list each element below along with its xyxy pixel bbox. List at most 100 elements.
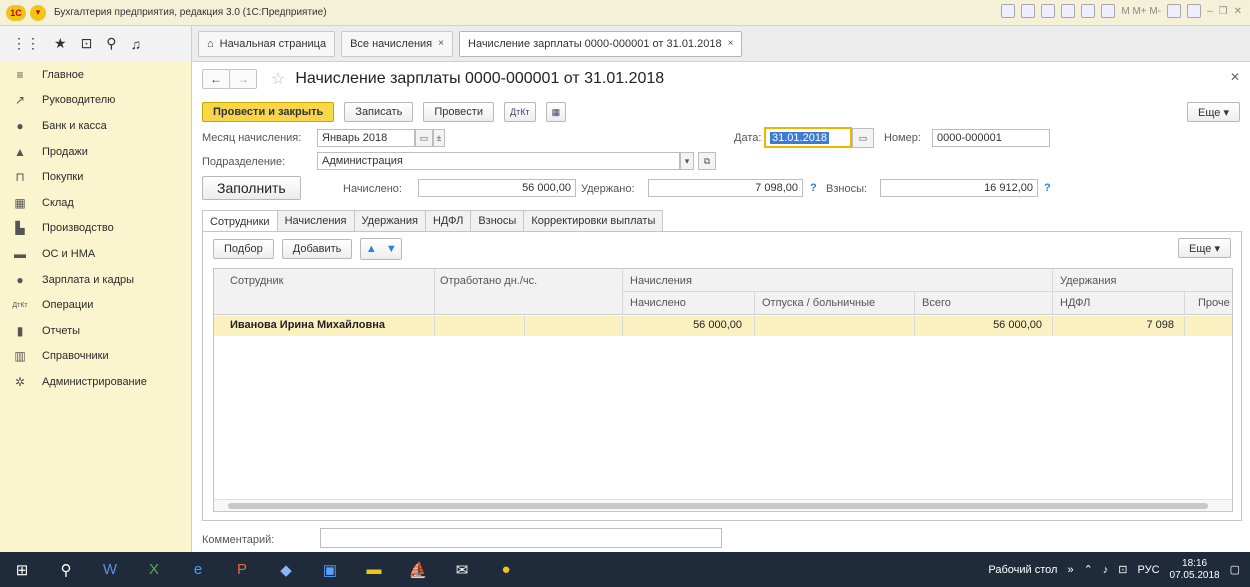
- cell-ndfl[interactable]: 7 098: [1052, 319, 1174, 331]
- tab-all-accruals[interactable]: Все начисления ×: [341, 30, 453, 57]
- post-button[interactable]: Провести: [423, 102, 494, 122]
- zoom-icon[interactable]: [1167, 4, 1182, 18]
- col-worked[interactable]: Отработано дн./чс.: [440, 275, 537, 287]
- more-button[interactable]: Еще ▾: [1187, 102, 1240, 122]
- main-menu-button[interactable]: ▾: [30, 4, 46, 21]
- horizontal-scrollbar[interactable]: [214, 499, 1232, 511]
- sidebar-item-operations[interactable]: ДтКт Операции: [0, 292, 191, 318]
- col-total[interactable]: Всего: [922, 297, 951, 309]
- network-icon[interactable]: ⊡: [1118, 563, 1127, 576]
- col-employee[interactable]: Сотрудник: [230, 275, 283, 287]
- month-stepper[interactable]: ±: [433, 129, 445, 147]
- close-icon[interactable]: ×: [438, 38, 444, 49]
- show-hidden-icon[interactable]: ⌃: [1084, 563, 1093, 576]
- sidebar-item-assets[interactable]: ▬ ОС и НМА: [0, 241, 191, 267]
- close-window-button[interactable]: ✕: [1234, 6, 1242, 17]
- fill-button[interactable]: Заполнить: [202, 176, 301, 200]
- table-row[interactable]: Иванова Ирина Михайловна 56 000,00 56 00…: [214, 316, 1232, 336]
- folder-icon[interactable]: ▬: [352, 552, 396, 587]
- sidebar-item-catalogs[interactable]: ▥ Справочники: [0, 344, 191, 370]
- favorite-star-icon[interactable]: ☆: [271, 69, 285, 89]
- sidebar-item-main[interactable]: ≡ Главное: [0, 62, 191, 88]
- calendar-icon[interactable]: [1101, 4, 1116, 18]
- favorites-icon[interactable]: ★: [54, 35, 67, 52]
- calendar-icon[interactable]: ▭: [415, 129, 433, 147]
- browser-icon[interactable]: e: [176, 552, 220, 587]
- history-icon[interactable]: ⊡: [81, 35, 93, 52]
- 1c-app-icon[interactable]: ●: [484, 552, 528, 587]
- scrollbar-thumb[interactable]: [228, 503, 1208, 509]
- table-more-button[interactable]: Еще ▾: [1178, 238, 1231, 258]
- department-field[interactable]: Администрация: [317, 152, 680, 170]
- tab-ndfl[interactable]: НДФЛ: [424, 210, 472, 231]
- powerpoint-icon[interactable]: P: [220, 552, 264, 587]
- date-calendar-icon[interactable]: ▭: [852, 128, 874, 148]
- close-icon[interactable]: ×: [728, 38, 734, 49]
- save-icon[interactable]: [1001, 4, 1016, 18]
- clock[interactable]: 18:16 07.05.2018: [1170, 558, 1220, 582]
- tab-contributions[interactable]: Взносы: [470, 210, 525, 231]
- sidebar-item-warehouse[interactable]: ▦ Склад: [0, 190, 191, 216]
- language-indicator[interactable]: РУС: [1138, 564, 1160, 576]
- sections-menu-icon[interactable]: ⋮⋮: [12, 35, 40, 52]
- tab-home[interactable]: ⌂ Начальная страница: [198, 30, 336, 57]
- close-form-icon[interactable]: ✕: [1230, 70, 1240, 84]
- minimize-button[interactable]: –: [1207, 6, 1213, 17]
- notifications-icon[interactable]: ♫: [131, 36, 142, 52]
- withheld-help-icon[interactable]: ?: [810, 182, 817, 194]
- post-and-close-button[interactable]: Провести и закрыть: [202, 102, 335, 122]
- cell-total[interactable]: 56 000,00: [914, 319, 1042, 331]
- restore-button[interactable]: ❐: [1219, 6, 1228, 17]
- link-icon[interactable]: [1061, 4, 1076, 18]
- sidebar-item-manager[interactable]: ↗ Руководителю: [0, 88, 191, 114]
- tab-accruals[interactable]: Начисления: [276, 210, 355, 231]
- back-button[interactable]: ←: [202, 69, 230, 89]
- cell-employee[interactable]: Иванова Ирина Михайловна: [230, 319, 385, 331]
- month-field[interactable]: Январь 2018: [317, 129, 415, 147]
- col-accrued[interactable]: Начислено: [630, 297, 686, 309]
- tab-payroll-document[interactable]: Начисление зарплаты 0000-000001 от 31.01…: [459, 30, 743, 57]
- structure-button[interactable]: ▦: [545, 102, 567, 122]
- sidebar-item-payroll[interactable]: ● Зарплата и кадры: [0, 267, 191, 293]
- sidebar-item-sales[interactable]: ▲ Продажи: [0, 139, 191, 165]
- sidebar-item-production[interactable]: ▙ Производство: [0, 216, 191, 242]
- info-icon[interactable]: [1187, 4, 1202, 18]
- ship-icon[interactable]: ⛵: [396, 552, 440, 587]
- tab-withholdings[interactable]: Удержания: [353, 210, 426, 231]
- forward-button[interactable]: →: [229, 69, 257, 89]
- sidebar-item-administration[interactable]: ✲ Администрирование: [0, 369, 191, 395]
- add-button[interactable]: Добавить: [281, 239, 353, 259]
- tab-payment-corrections[interactable]: Корректировки выплаты: [523, 210, 664, 231]
- excel-icon[interactable]: X: [132, 552, 176, 587]
- col-ndfl[interactable]: НДФЛ: [1060, 297, 1090, 309]
- windows-start-icon[interactable]: ⊞: [0, 552, 44, 587]
- cell-accrued[interactable]: 56 000,00: [622, 319, 742, 331]
- search-icon[interactable]: ⚲: [44, 552, 88, 587]
- memory-buttons[interactable]: M M+ M-: [1121, 6, 1161, 17]
- open-link-icon[interactable]: ⧉: [698, 152, 716, 170]
- print-icon[interactable]: [1021, 4, 1036, 18]
- calculator-icon[interactable]: [1081, 4, 1096, 18]
- col-other[interactable]: Проче: [1198, 297, 1230, 309]
- volume-icon[interactable]: ♪: [1103, 564, 1109, 576]
- preview-icon[interactable]: [1041, 4, 1056, 18]
- floppy-icon[interactable]: ▣: [308, 552, 352, 587]
- mail-icon[interactable]: ✉: [440, 552, 484, 587]
- expand-icon[interactable]: »: [1067, 564, 1073, 576]
- pick-button[interactable]: Подбор: [213, 239, 274, 259]
- comment-input[interactable]: [320, 528, 722, 548]
- dropdown-icon[interactable]: ▾: [680, 152, 694, 170]
- tab-employees[interactable]: Сотрудники: [202, 210, 278, 232]
- number-field[interactable]: 0000-000001: [932, 129, 1050, 147]
- col-vacation[interactable]: Отпуска / больничные: [762, 297, 875, 309]
- sidebar-item-purchases[interactable]: ⊓ Покупки: [0, 164, 191, 190]
- save-button[interactable]: Записать: [344, 102, 414, 122]
- app-icon[interactable]: ◆: [264, 552, 308, 587]
- desktop-toolbar-label[interactable]: Рабочий стол: [988, 564, 1057, 576]
- sidebar-item-bank[interactable]: ● Банк и касса: [0, 113, 191, 139]
- debit-credit-button[interactable]: ДтКт: [503, 102, 536, 122]
- notifications-icon[interactable]: ▢: [1230, 563, 1240, 576]
- sidebar-item-reports[interactable]: ▮ Отчеты: [0, 318, 191, 344]
- date-field[interactable]: 31.01.2018: [764, 127, 852, 148]
- search-icon[interactable]: ⚲: [106, 35, 116, 52]
